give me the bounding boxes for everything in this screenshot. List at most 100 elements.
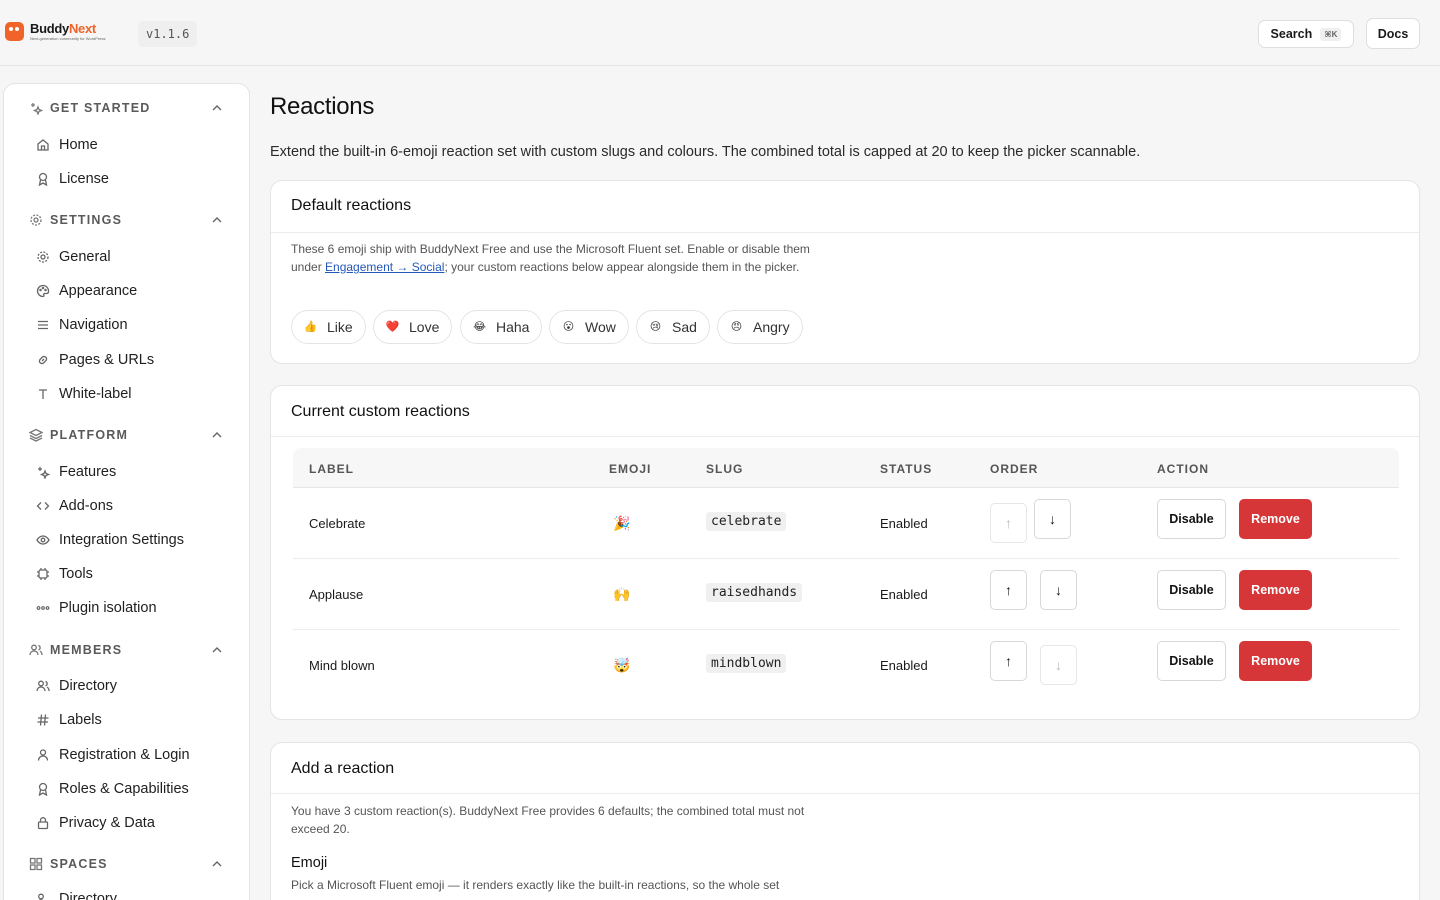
sidebar-item-registration-login[interactable]: Registration & Login <box>28 742 238 768</box>
reaction-chip-angry[interactable]: 😠 Angry <box>717 310 803 344</box>
home-icon <box>35 137 51 153</box>
raised-hands-icon: 🙌 <box>613 585 631 602</box>
gear-icon <box>28 213 43 228</box>
sidebar-item-white-label[interactable]: White-label <box>28 381 238 407</box>
reaction-status: Enabled <box>880 587 928 602</box>
sidebar-item-features[interactable]: Features <box>28 459 238 485</box>
section-label: PLATFORM <box>50 428 129 442</box>
sidebar-item-navigation[interactable]: Navigation <box>28 312 238 338</box>
chevron-up-icon[interactable] <box>211 214 223 226</box>
sidebar-item-label: Directory <box>59 678 118 694</box>
sidebar-item-label: Labels <box>59 712 102 728</box>
move-up-button[interactable]: ↑ <box>990 641 1027 681</box>
layers-icon <box>28 428 43 443</box>
arrow-up-icon: ↑ <box>1005 582 1012 598</box>
type-icon <box>35 386 51 402</box>
sidebar-item-privacy-data[interactable]: Privacy & Data <box>28 810 238 836</box>
column-header-order: ORDER <box>990 462 1039 476</box>
sidebar-item-labels[interactable]: Labels <box>28 707 238 733</box>
disable-button[interactable]: Disable <box>1157 499 1226 539</box>
sidebar-item-general[interactable]: General <box>28 244 238 270</box>
move-down-button[interactable]: ↓ <box>1040 570 1077 610</box>
sidebar-item-pages-urls[interactable]: Pages & URLs <box>28 347 238 373</box>
reaction-chip-sad[interactable]: 😢 Sad <box>636 310 710 344</box>
reaction-chip-love[interactable]: ❤️ Love <box>373 310 453 344</box>
sparkles-icon <box>28 101 43 116</box>
remove-button[interactable]: Remove <box>1239 570 1312 610</box>
reaction-chip-haha[interactable]: 😂 Haha <box>460 310 543 344</box>
emoji-field-help: Pick a Microsoft Fluent emoji — it rende… <box>291 878 780 892</box>
reaction-label: Mind blown <box>309 658 375 673</box>
arrow-up-icon: ↑ <box>1005 653 1012 669</box>
sidebar-item-roles-capabilities[interactable]: Roles & Capabilities <box>28 776 238 802</box>
disable-button[interactable]: Disable <box>1157 641 1226 681</box>
reaction-chip-label: Angry <box>753 319 790 335</box>
heart-icon: ❤️ <box>385 320 400 333</box>
sidebar-item-label: Appearance <box>59 283 138 299</box>
arrow-up-icon: ↑ <box>1005 515 1012 531</box>
chevron-up-icon[interactable] <box>211 102 223 114</box>
default-reactions-help: These 6 emoji ship with BuddyNext Free a… <box>291 242 810 274</box>
reaction-slug: celebrate <box>706 512 787 531</box>
user-icon <box>35 747 51 763</box>
default-reactions-card: Default reactions These 6 emoji ship wit… <box>270 180 1420 364</box>
table-row: Applause 🙌 raisedhands Enabled ↑ ↓ Disab… <box>293 559 1399 630</box>
section-label: SPACES <box>50 857 108 871</box>
sidebar-item-label: Registration & Login <box>59 747 190 763</box>
sidebar-item-home[interactable]: Home <box>28 132 238 158</box>
sidebar-item-plugin-isolation[interactable]: Plugin isolation <box>28 595 238 621</box>
page-description: Extend the built-in 6-emoji reaction set… <box>270 144 1141 160</box>
sparkles-icon <box>35 464 51 480</box>
sidebar-item-add-ons[interactable]: Add-ons <box>28 493 238 519</box>
section-spaces[interactable]: SPACES <box>4 852 249 876</box>
surprised-face-icon: 😮 <box>562 320 575 333</box>
sidebar-item-directory[interactable]: Directory <box>28 673 238 699</box>
sidebar-item-label: Features <box>59 464 117 480</box>
emoji-field-label: Emoji <box>291 855 328 871</box>
reaction-chip-like[interactable]: 👍 Like <box>291 310 366 344</box>
chevron-up-icon[interactable] <box>211 644 223 656</box>
grid-icon <box>28 857 43 872</box>
sidebar-item-license[interactable]: License <box>28 166 238 192</box>
reaction-label: Celebrate <box>309 516 366 531</box>
move-up-button[interactable]: ↑ <box>990 570 1027 610</box>
engagement-social-link[interactable]: Engagement → Social <box>325 260 444 274</box>
column-header-action: ACTION <box>1157 462 1209 476</box>
add-reaction-help: You have 3 custom reaction(s). BuddyNext… <box>291 804 805 836</box>
search-button[interactable]: Search ⌘K <box>1258 20 1354 48</box>
arrow-down-icon: ↓ <box>1049 511 1056 527</box>
laughing-face-icon: 😂 <box>473 320 486 333</box>
crying-face-icon: 😢 <box>649 320 662 333</box>
search-button-label: Search <box>1270 27 1313 41</box>
thumbs-up-icon: 👍 <box>303 320 318 333</box>
move-down-button[interactable]: ↓ <box>1040 645 1077 685</box>
section-get-started[interactable]: GET STARTED <box>4 96 249 120</box>
section-platform[interactable]: PLATFORM <box>4 423 249 447</box>
sidebar-item-label: Add-ons <box>59 498 114 514</box>
award-icon <box>35 171 51 187</box>
sidebar-item-tools[interactable]: Tools <box>28 561 238 587</box>
chevron-up-icon[interactable] <box>211 858 223 870</box>
move-down-button[interactable]: ↓ <box>1034 499 1071 539</box>
chevron-up-icon[interactable] <box>211 429 223 441</box>
code-icon <box>35 498 51 514</box>
sidebar-item-appearance[interactable]: Appearance <box>28 278 238 304</box>
dots-icon <box>35 600 51 616</box>
section-members[interactable]: MEMBERS <box>4 638 249 662</box>
sidebar-item-integration-settings[interactable]: Integration Settings <box>28 527 238 553</box>
link-icon <box>35 352 51 368</box>
version-badge: v1.1.6 <box>138 21 198 47</box>
divider <box>271 232 1419 233</box>
section-settings[interactable]: SETTINGS <box>4 208 249 232</box>
disable-button[interactable]: Disable <box>1157 570 1226 610</box>
reaction-chip-wow[interactable]: 😮 Wow <box>549 310 629 344</box>
remove-button[interactable]: Remove <box>1239 499 1312 539</box>
sidebar-item-spaces-directory[interactable]: Directory <box>28 886 238 900</box>
remove-button[interactable]: Remove <box>1239 641 1312 681</box>
brand[interactable]: BuddyNext Next-generation community for … <box>5 22 106 41</box>
section-label: GET STARTED <box>50 101 151 115</box>
gear-icon <box>35 249 51 265</box>
move-up-button[interactable]: ↑ <box>990 503 1027 543</box>
docs-button[interactable]: Docs <box>1366 18 1420 49</box>
reaction-chip-label: Love <box>409 319 440 335</box>
